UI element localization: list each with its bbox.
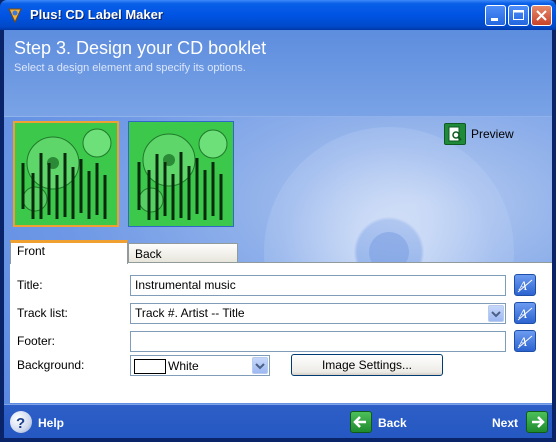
- footer-font-button[interactable]: A: [514, 330, 536, 352]
- next-label: Next: [492, 416, 519, 430]
- back-label: Back: [378, 416, 407, 430]
- window-title: Plus! CD Label Maker: [30, 7, 163, 22]
- booklet-front-thumbnail[interactable]: [13, 121, 119, 227]
- tab-front-label: Front: [17, 244, 46, 258]
- tracklist-font-button[interactable]: A: [514, 302, 536, 324]
- page-subtitle: Select a design element and specify its …: [14, 62, 246, 74]
- image-settings-label: Image Settings...: [321, 358, 413, 372]
- help-icon: ?: [10, 411, 32, 433]
- font-style-icon: A: [517, 306, 533, 321]
- booklet-options-panel: Title: Instrumental music A Track list: …: [10, 262, 552, 403]
- close-icon: [536, 10, 547, 21]
- footer-input[interactable]: [130, 331, 506, 352]
- preview-label: Preview: [471, 127, 514, 141]
- background-dropdown-button[interactable]: [252, 357, 268, 374]
- app-window: Plus! CD Label Maker Step 3. Design your…: [0, 0, 556, 442]
- font-style-icon: A: [517, 278, 533, 293]
- tab-back-label: Back: [135, 247, 162, 261]
- image-settings-button[interactable]: Image Settings...: [291, 354, 443, 376]
- booklet-front-image: [15, 123, 117, 225]
- tab-front[interactable]: Front: [10, 240, 128, 264]
- next-arrow-icon: [526, 411, 548, 433]
- wizard-header: Step 3. Design your CD booklet Select a …: [4, 30, 552, 117]
- title-input[interactable]: Instrumental music: [130, 275, 506, 296]
- title-bar[interactable]: Plus! CD Label Maker: [0, 0, 556, 30]
- font-style-icon: A: [517, 334, 533, 349]
- tracklist-select-value: Track #. Artist -- Title: [135, 306, 245, 320]
- tracklist-select[interactable]: Track #. Artist -- Title: [130, 303, 506, 324]
- help-label: Help: [38, 416, 65, 430]
- booklet-back-image: [129, 122, 233, 226]
- footer-label: Footer:: [17, 334, 56, 348]
- wizard-footer: ? Help Back Next: [4, 404, 552, 438]
- booklet-back-thumbnail[interactable]: [128, 121, 234, 227]
- title-font-button[interactable]: A: [514, 274, 536, 296]
- page-title: Step 3. Design your CD booklet: [14, 38, 267, 58]
- background-color-swatch: [134, 359, 166, 374]
- title-input-value: Instrumental music: [135, 278, 236, 292]
- design-area: Preview Back Front Title: Instrumental m…: [4, 117, 552, 409]
- background-select-value: White: [168, 359, 199, 373]
- minimize-icon: [491, 18, 498, 21]
- background-label: Background:: [17, 358, 85, 372]
- preview-icon: [444, 123, 466, 145]
- tracklist-dropdown-button[interactable]: [488, 305, 504, 322]
- close-button[interactable]: [531, 5, 552, 26]
- minimize-button[interactable]: [485, 5, 506, 26]
- maximize-button[interactable]: [508, 5, 529, 26]
- svg-text:?: ?: [16, 415, 25, 432]
- app-logo-icon: [8, 8, 22, 24]
- wizard-content: Step 3. Design your CD booklet Select a …: [4, 30, 552, 438]
- tracklist-label: Track list:: [17, 306, 68, 320]
- background-select[interactable]: White: [130, 355, 270, 376]
- title-label: Title:: [17, 278, 43, 292]
- chevron-down-icon: [255, 363, 265, 370]
- back-arrow-icon: [350, 411, 372, 433]
- maximize-icon: [513, 10, 524, 20]
- chevron-down-icon: [491, 311, 501, 318]
